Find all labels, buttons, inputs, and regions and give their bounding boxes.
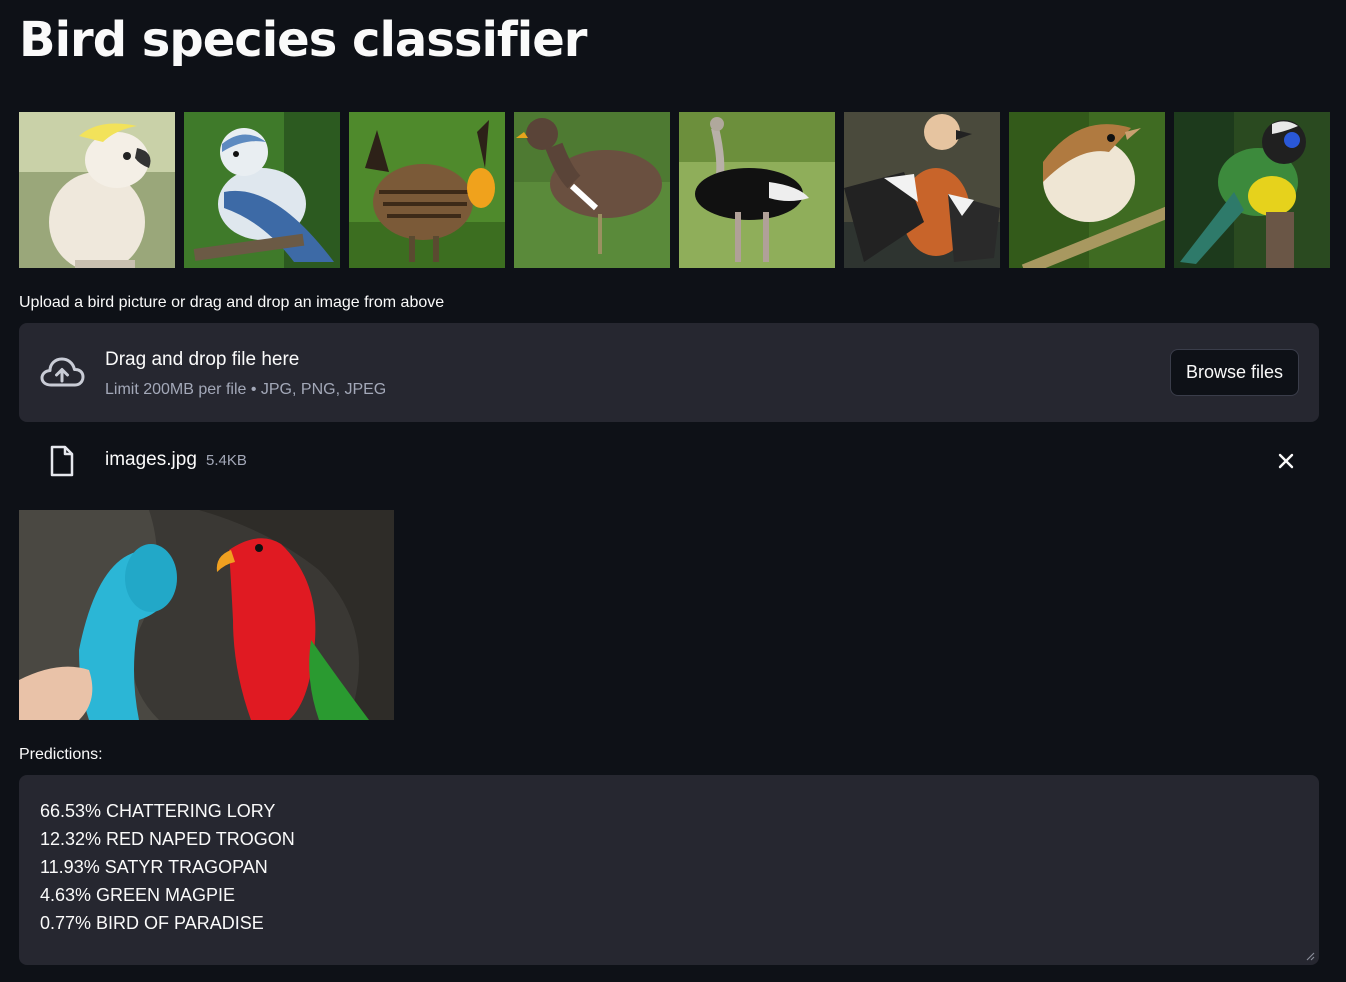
cloud-upload-icon xyxy=(40,357,85,387)
uploaded-file-size: 5.4KB xyxy=(206,452,247,469)
file-dropzone[interactable]: Drag and drop file here Limit 200MB per … xyxy=(19,323,1319,422)
resize-handle-icon[interactable] xyxy=(1306,952,1315,961)
file-icon xyxy=(50,445,74,477)
gallery-image-songbird[interactable] xyxy=(1009,112,1165,268)
uploaded-image-preview xyxy=(19,510,394,720)
prediction-line: 11.93% SATYR TRAGOPAN xyxy=(40,857,268,877)
predictions-textarea[interactable]: 66.53% CHATTERING LORY 12.32% RED NAPED … xyxy=(19,775,1319,965)
example-image-gallery xyxy=(19,112,1330,268)
dropzone-title: Drag and drop file here xyxy=(105,349,300,370)
dropzone-limits: Limit 200MB per file • JPG, PNG, JPEG xyxy=(105,381,387,398)
uploader-label: Upload a bird picture or drag and drop a… xyxy=(19,294,445,311)
uploaded-file-row: images.jpg 5.4KB xyxy=(19,440,1319,484)
prediction-line: 12.32% RED NAPED TROGON xyxy=(40,829,295,849)
uploaded-file-name: images.jpg xyxy=(105,449,197,470)
gallery-image-moorhen[interactable] xyxy=(514,112,670,268)
gallery-image-green-jay[interactable] xyxy=(1174,112,1330,268)
gallery-image-cockatoo[interactable] xyxy=(19,112,175,268)
browse-files-button[interactable]: Browse files xyxy=(1169,349,1299,396)
prediction-line: 4.63% GREEN MAGPIE xyxy=(40,885,236,905)
gallery-image-ostrich[interactable] xyxy=(679,112,835,268)
close-icon[interactable] xyxy=(1275,450,1297,472)
prediction-line: 66.53% CHATTERING LORY xyxy=(40,801,276,821)
gallery-image-ruddy-shelduck[interactable] xyxy=(844,112,1000,268)
prediction-line: 0.77% BIRD OF PARADISE xyxy=(40,913,264,933)
app-page: Bird species classifier Upload a bird pi… xyxy=(0,0,1346,982)
gallery-image-blue-tit[interactable] xyxy=(184,112,340,268)
predictions-label: Predictions: xyxy=(19,746,103,763)
gallery-image-prairie-chicken[interactable] xyxy=(349,112,505,268)
page-title: Bird species classifier xyxy=(19,12,587,68)
